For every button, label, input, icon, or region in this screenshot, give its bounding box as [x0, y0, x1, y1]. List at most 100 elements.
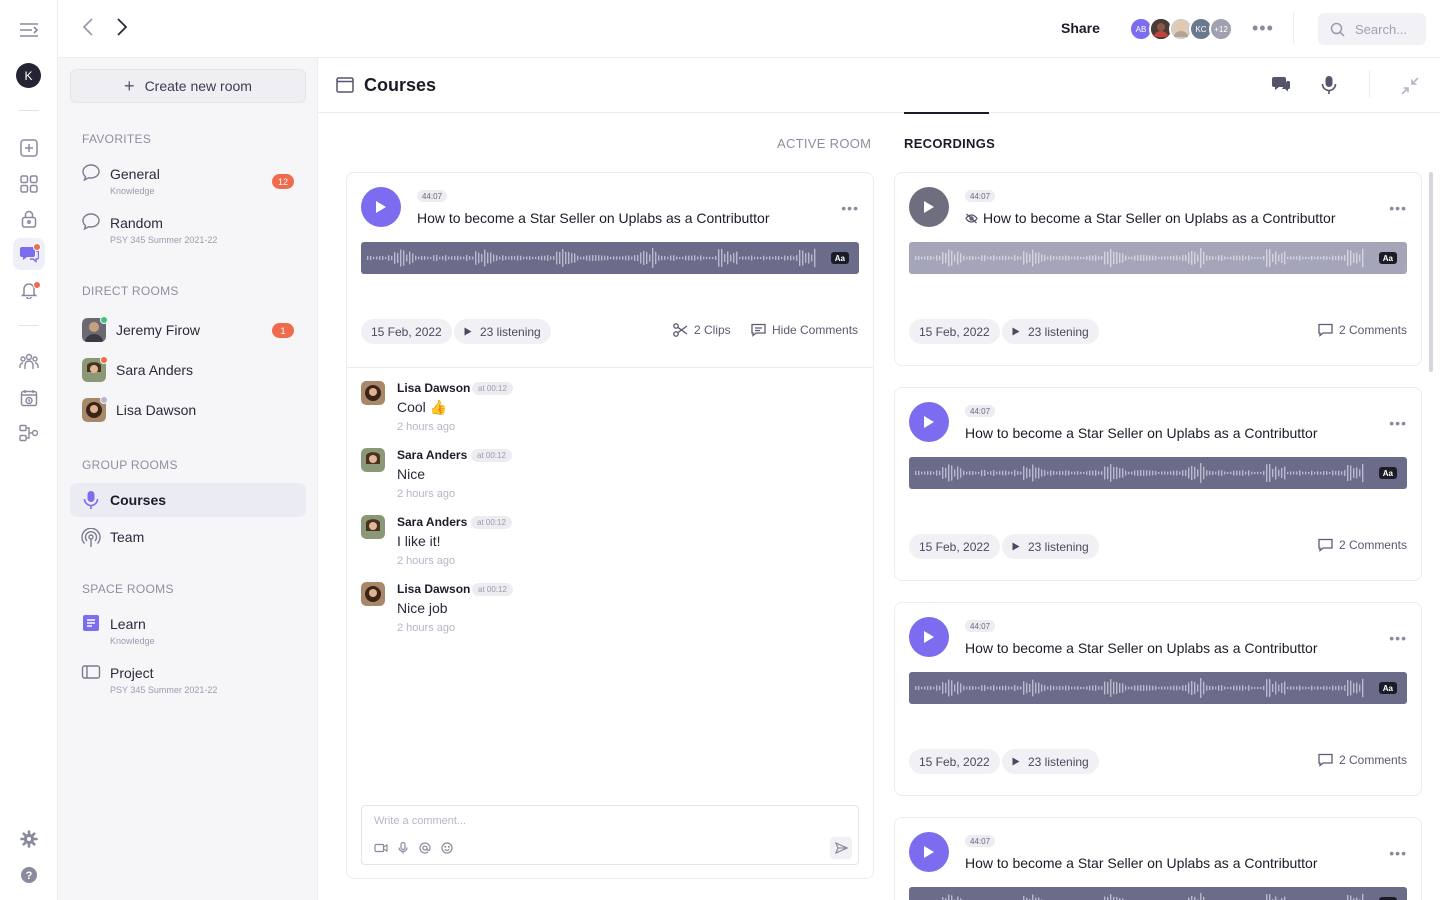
workflow-icon[interactable] — [13, 417, 45, 449]
more-options-icon[interactable]: ••• — [1389, 200, 1407, 216]
eye-off-icon — [965, 213, 978, 223]
more-options-icon[interactable]: ••• — [841, 200, 859, 216]
divider — [1369, 70, 1370, 98]
chat-icon[interactable] — [13, 238, 45, 270]
mention-icon[interactable] — [418, 842, 432, 854]
create-room-button[interactable]: + Create new room — [70, 69, 306, 103]
comments-link[interactable]: 2 Comments — [1318, 538, 1407, 552]
settings-gear-icon[interactable] — [13, 823, 45, 855]
play-button[interactable] — [909, 832, 949, 872]
comment-composer[interactable]: Write a comment... — [361, 805, 859, 865]
recording-title: How to become a Star Seller on Uplabs as… — [965, 210, 1336, 226]
comment-timestamp[interactable]: at 00:12 — [471, 449, 512, 462]
video-icon[interactable] — [374, 842, 388, 854]
listening-chip[interactable]: 23 listening — [1002, 319, 1099, 344]
lock-icon[interactable] — [13, 203, 45, 235]
more-options-icon[interactable]: ••• — [1389, 630, 1407, 646]
menu-collapse-icon[interactable] — [13, 14, 45, 46]
comment-text: Nice — [397, 466, 426, 482]
comments-icon[interactable] — [1271, 75, 1291, 95]
microphone-icon — [83, 491, 99, 509]
audio-waveform[interactable]: Aa — [361, 242, 859, 274]
sidebar-item-project[interactable]: Project PSY 345 Summer 2021-22 — [70, 661, 306, 701]
audio-waveform[interactable]: Aa — [909, 457, 1407, 489]
sidebar-item-courses[interactable]: Courses — [70, 483, 306, 517]
avatar-overflow-count: +12 — [1209, 17, 1233, 41]
grid-icon[interactable] — [13, 168, 45, 200]
emoji-icon[interactable] — [440, 842, 454, 854]
unread-badge: 1 — [272, 323, 294, 338]
tab-active-room[interactable]: ACTIVE ROOM — [777, 136, 871, 151]
tab-recordings[interactable]: RECORDINGS — [904, 136, 995, 151]
broadcast-icon — [81, 528, 101, 547]
bell-icon[interactable] — [13, 274, 45, 306]
minimize-icon[interactable] — [1400, 76, 1420, 96]
sidebar-item-lisa-dawson[interactable]: Lisa Dawson — [70, 396, 306, 424]
more-options-icon[interactable]: ••• — [1389, 415, 1407, 431]
hide-comments-button[interactable]: Hide Comments — [751, 323, 858, 337]
transcript-toggle[interactable]: Aa — [830, 252, 849, 264]
microphone-icon[interactable] — [1321, 75, 1337, 95]
audio-waveform[interactable]: Aa — [909, 672, 1407, 704]
waveform-bars — [942, 893, 1364, 900]
sidebar-item-random[interactable]: Random PSY 345 Summer 2021-22 — [70, 211, 306, 251]
transcript-toggle[interactable]: Aa — [1378, 467, 1397, 479]
recordings-scrollbar[interactable] — [1429, 172, 1433, 372]
sidebar-item-sara-anders[interactable]: Sara Anders — [70, 356, 306, 384]
recording-title: How to become a Star Seller on Uplabs as… — [965, 640, 1318, 656]
people-icon[interactable] — [13, 346, 45, 378]
comment-item: Lisa Dawson at 00:12 Nice job 2 hours ag… — [361, 582, 661, 642]
listening-chip[interactable]: 23 listening — [454, 319, 551, 344]
sidebar-item-general[interactable]: General Knowledge 12 — [70, 162, 306, 202]
play-button[interactable] — [909, 402, 949, 442]
comment-author[interactable]: Lisa Dawson — [397, 381, 470, 395]
send-button[interactable] — [830, 837, 852, 859]
help-icon[interactable]: ? — [13, 859, 45, 891]
comment-author[interactable]: Sara Anders — [397, 448, 467, 462]
clips-link[interactable]: 2 Clips — [673, 323, 731, 337]
comments-link[interactable]: 2 Comments — [1318, 323, 1407, 337]
video-frame-icon — [81, 665, 101, 679]
comment-age: 2 hours ago — [397, 555, 456, 567]
add-square-icon[interactable] — [13, 132, 45, 164]
audio-waveform[interactable]: Aa — [909, 887, 1407, 900]
calendar-clock-icon[interactable] — [13, 382, 45, 414]
forward-arrow-icon[interactable] — [116, 18, 128, 42]
sidebar-item-jeremy-firow[interactable]: Jeremy Firow 1 — [70, 316, 306, 344]
comment-text: Cool 👍 — [397, 399, 448, 415]
recording-card: 44:07 How to become a Star Seller on Upl… — [894, 172, 1422, 366]
comment-author[interactable]: Sara Anders — [397, 515, 467, 529]
search-input[interactable]: Search... — [1318, 13, 1426, 45]
audio-waveform[interactable]: Aa — [909, 242, 1407, 274]
comment-icon — [1318, 538, 1333, 552]
document-icon — [83, 615, 99, 631]
comment-timestamp[interactable]: at 00:12 — [472, 382, 513, 395]
comment-input[interactable]: Write a comment... — [374, 815, 466, 827]
comments-link[interactable]: 2 Comments — [1318, 753, 1407, 767]
listening-chip[interactable]: 23 listening — [1002, 749, 1099, 774]
play-button[interactable] — [361, 187, 401, 227]
more-options-icon[interactable]: ••• — [1252, 18, 1274, 39]
play-small-icon — [1012, 542, 1020, 551]
play-icon — [924, 846, 934, 858]
comment-timestamp[interactable]: at 00:12 — [472, 583, 513, 596]
group-rooms-heading: GROUP ROOMS — [82, 458, 178, 472]
transcript-toggle[interactable]: Aa — [1378, 682, 1397, 694]
more-options-icon[interactable]: ••• — [1389, 845, 1407, 861]
play-button[interactable] — [909, 617, 949, 657]
participant-avatars[interactable]: AB KC +12 — [1129, 17, 1233, 41]
play-button[interactable] — [909, 187, 949, 227]
sidebar-item-team[interactable]: Team — [70, 525, 306, 551]
back-arrow-icon[interactable] — [82, 18, 94, 42]
listening-chip[interactable]: 23 listening — [1002, 534, 1099, 559]
window-icon — [336, 77, 354, 93]
chat-bubble-icon — [82, 164, 100, 182]
comment-timestamp[interactable]: at 00:12 — [471, 516, 512, 529]
composer-toolbar — [374, 842, 454, 854]
sidebar-item-learn[interactable]: Learn Knowledge — [70, 612, 306, 652]
user-avatar[interactable]: K — [16, 63, 41, 88]
microphone-icon[interactable] — [396, 842, 410, 854]
comment-author[interactable]: Lisa Dawson — [397, 582, 470, 596]
transcript-toggle[interactable]: Aa — [1378, 252, 1397, 264]
share-button[interactable]: Share — [1061, 20, 1100, 36]
